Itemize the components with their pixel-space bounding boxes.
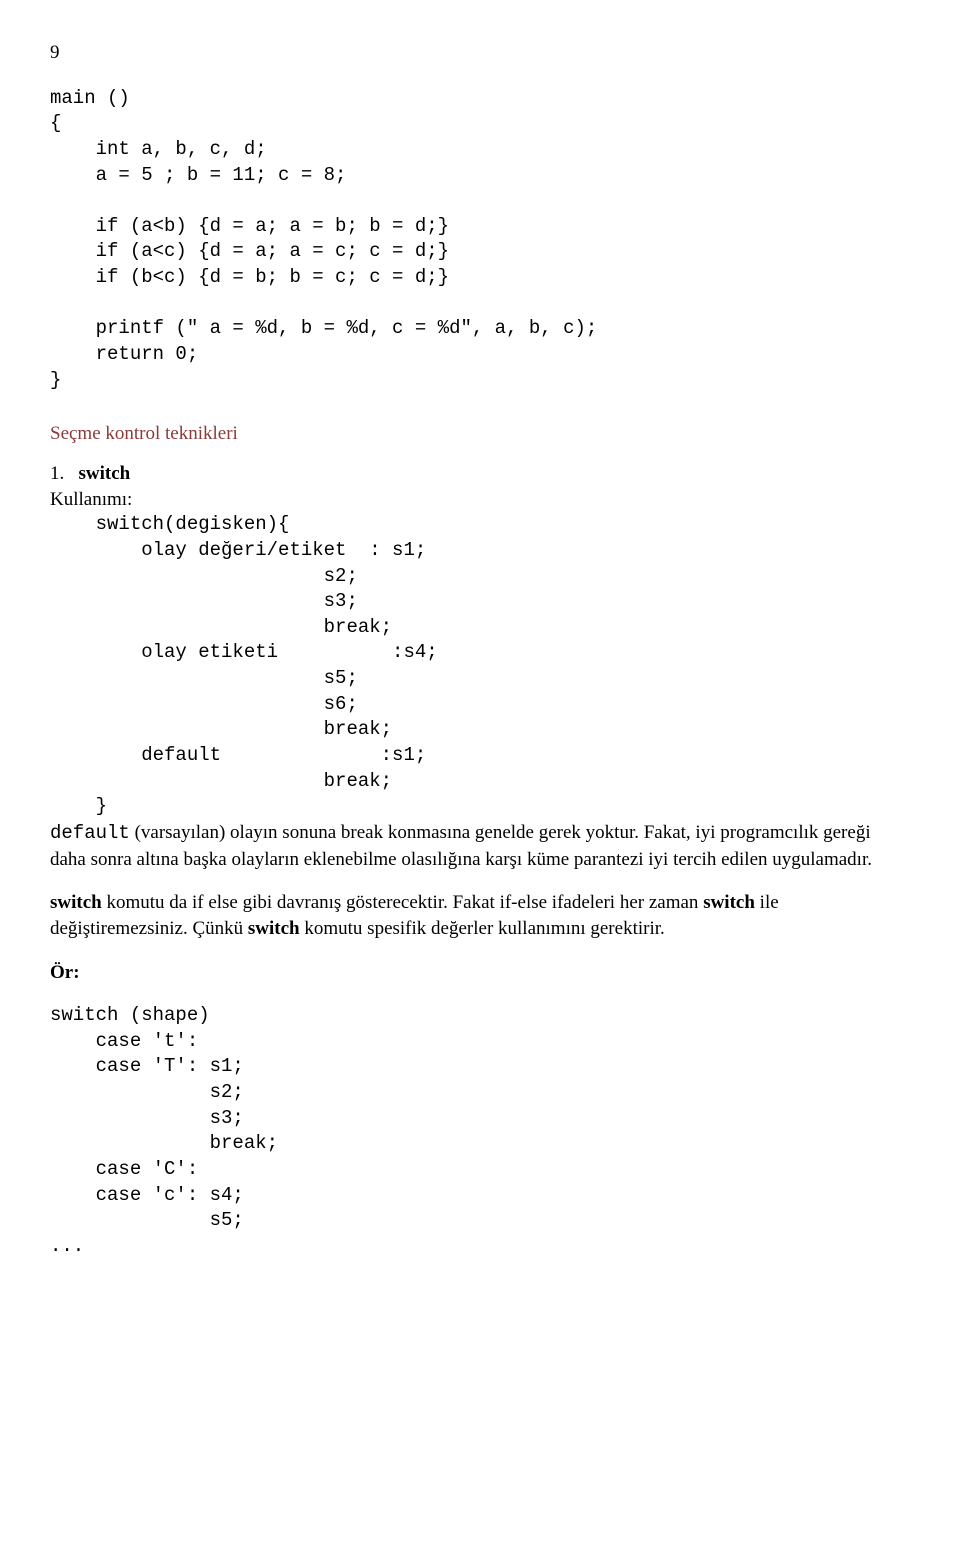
switch-num: 1. bbox=[50, 463, 64, 484]
para2-part1: komutu da if else gibi davranış gösterec… bbox=[102, 892, 703, 913]
code-block-switch-example: switch (shape) case 't': case 'T': s1; s… bbox=[50, 1003, 910, 1259]
or-bold: Ör: bbox=[50, 962, 80, 983]
default-keyword: default bbox=[50, 822, 130, 844]
switch-bold-2: switch bbox=[703, 892, 755, 913]
code-block-main: main () { int a, b, c, d; a = 5 ; b = 11… bbox=[50, 86, 910, 394]
kullanimi-label: Kullanımı: bbox=[50, 487, 910, 513]
page-number: 9 bbox=[50, 40, 910, 66]
switch-label: switch bbox=[79, 463, 131, 484]
or-label: Ör: bbox=[50, 960, 910, 986]
paragraph-switch-behavior: switch komutu da if else gibi davranış g… bbox=[50, 890, 910, 941]
switch-bold-1: switch bbox=[50, 892, 102, 913]
heading-secme-kontrol: Seçme kontrol teknikleri bbox=[50, 421, 910, 447]
paragraph-default-explain: default (varsayılan) olayın sonuna break… bbox=[50, 820, 910, 872]
switch-bold-3: switch bbox=[248, 918, 300, 939]
para2-part3: komutu spesifik değerler kullanımını ger… bbox=[300, 918, 665, 939]
para1-rest: (varsayılan) olayın sonuna break konması… bbox=[50, 822, 872, 870]
switch-intro: 1. switch bbox=[50, 461, 910, 487]
code-block-switch-usage: switch(degisken){ olay değeri/etiket : s… bbox=[50, 512, 910, 820]
